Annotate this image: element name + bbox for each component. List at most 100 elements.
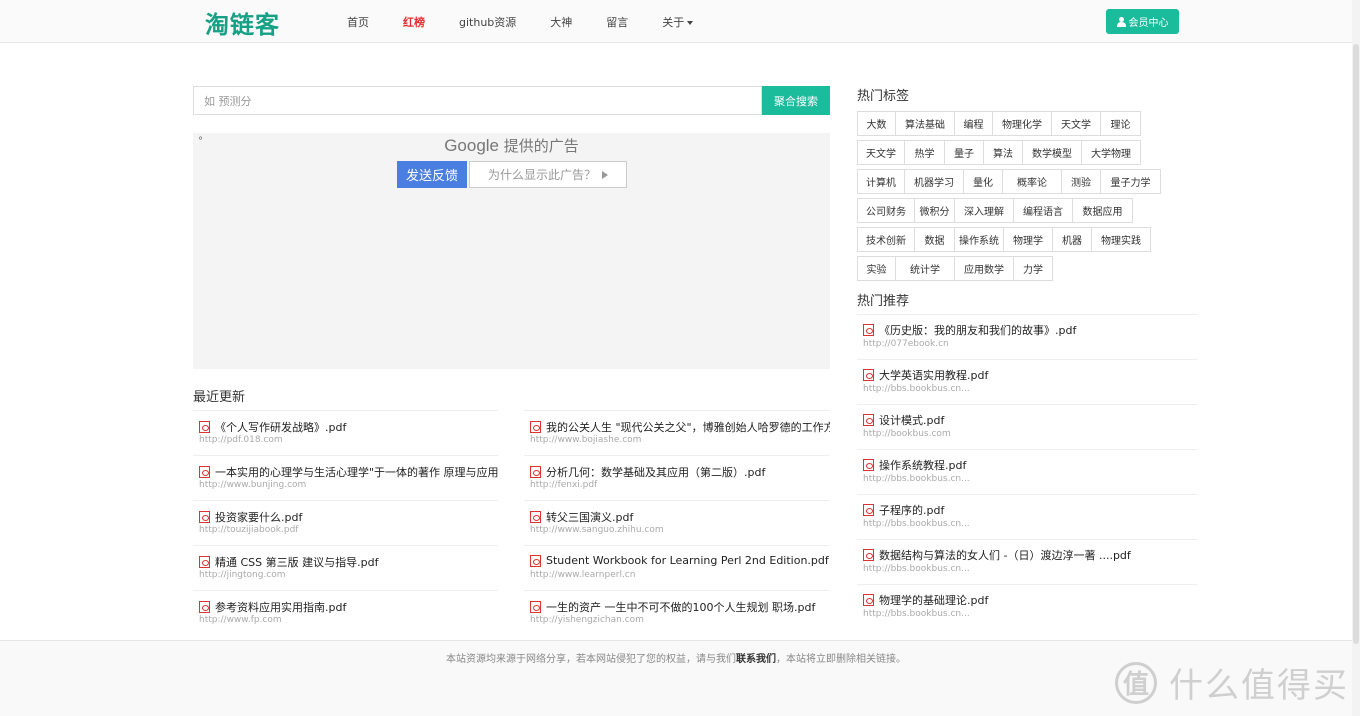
item-url: http://touzijiabook.pdf	[199, 525, 299, 535]
play-icon	[602, 170, 608, 179]
list-item[interactable]: 一本实用的心理学与生活心理学"于一体的著作 原理与应用 http://www.b…	[193, 455, 499, 500]
watermark-text: 什么值得买	[1169, 666, 1349, 706]
search-button[interactable]: 聚合搜索	[762, 86, 830, 115]
scrollbar-thumb[interactable]	[1353, 44, 1359, 644]
list-item[interactable]: 《个人写作研发战略》.pdf http://pdf.018.com	[193, 410, 498, 455]
nav-item-about-label: 关于	[662, 15, 685, 29]
list-item[interactable]: 转父三国演义.pdf http://www.sanguo.zhihu.com	[524, 500, 829, 545]
item-url: http://bbs.bookbus.cn...	[863, 609, 970, 619]
member-center-button[interactable]: 会员中心	[1106, 9, 1179, 34]
item-url: http://077ebook.cn	[863, 339, 949, 349]
tag-item[interactable]: 大数	[857, 111, 896, 136]
tag-item[interactable]: 算法	[983, 140, 1023, 165]
list-item[interactable]: 一生的资产 一生中不可不做的100个人生规划 职场.pdf http://yis…	[524, 590, 829, 635]
item-title: 分析几何：数学基础及其应用（第二版）.pdf	[546, 466, 766, 479]
tag-item[interactable]: 计算机	[857, 169, 905, 194]
list-item[interactable]: 精通 CSS 第三版 建议与指导.pdf http://jingtong.com	[193, 545, 498, 590]
item-title: 一生的资产 一生中不可不做的100个人生规划 职场.pdf	[546, 601, 816, 614]
tag-item[interactable]: 测验	[1061, 169, 1101, 194]
item-title: 大学英语实用教程.pdf	[879, 369, 989, 382]
tag-item[interactable]: 操作系统	[954, 227, 1004, 252]
tag-item[interactable]: 技术创新	[857, 227, 915, 252]
tag-item[interactable]: 物理学	[1003, 227, 1053, 252]
tag-item[interactable]: 物理实践	[1091, 227, 1151, 252]
tag-item[interactable]: 应用数学	[954, 256, 1014, 281]
tag-item[interactable]: 编程语言	[1013, 198, 1073, 223]
ad-why-button[interactable]: 为什么显示此广告？	[469, 161, 627, 188]
ad-feedback-button[interactable]: 发送反馈	[397, 161, 467, 188]
list-item[interactable]: 《历史版：我的朋友和我们的故事》.pdf http://077ebook.cn	[857, 314, 1197, 359]
pdf-icon	[863, 594, 874, 606]
item-url: http://bbs.bookbus.cn...	[863, 519, 970, 529]
list-item[interactable]: 参考资料应用实用指南.pdf http://www.fp.com	[193, 590, 498, 635]
tag-item[interactable]: 理论	[1100, 111, 1141, 136]
list-item[interactable]: 数据结构与算法的女人们 -（日）渡边淳一著 ....pdf http://bbs…	[857, 539, 1197, 584]
list-item[interactable]: 分析几何：数学基础及其应用（第二版）.pdf http://fenxi.pdf	[524, 455, 829, 500]
list-item[interactable]: 物理学的基础理论.pdf http://bbs.bookbus.cn...	[857, 584, 1197, 629]
tag-item[interactable]: 天文学	[1051, 111, 1101, 136]
item-title: 《个人写作研发战略》.pdf	[215, 421, 347, 434]
pdf-icon	[199, 421, 210, 433]
nav-item-about[interactable]: 关于	[662, 14, 694, 30]
tag-item[interactable]: 微积分	[914, 198, 955, 223]
list-item[interactable]: 子程序的.pdf http://bbs.bookbus.cn...	[857, 494, 1197, 539]
tag-item[interactable]: 热学	[904, 140, 945, 165]
tag-item[interactable]: 实验	[857, 256, 896, 281]
tag-item[interactable]: 公司财务	[857, 198, 915, 223]
pdf-icon	[199, 601, 210, 613]
tag-item[interactable]: 机器	[1052, 227, 1092, 252]
tag-item[interactable]: 量化	[963, 169, 1003, 194]
list-item[interactable]: Student Workbook for Learning Perl 2nd E…	[524, 545, 829, 590]
pdf-icon	[863, 549, 874, 561]
tag-item[interactable]: 编程	[954, 111, 993, 136]
pdf-icon	[530, 554, 541, 567]
tag-item[interactable]: 概率论	[1002, 169, 1062, 194]
tag-item[interactable]: 力学	[1013, 256, 1053, 281]
tag-item[interactable]: 数据	[914, 227, 955, 252]
item-title: 《历史版：我的朋友和我们的故事》.pdf	[879, 324, 1077, 337]
tag-item[interactable]: 统计学	[895, 256, 955, 281]
tag-item[interactable]: 量子力学	[1100, 169, 1161, 194]
pdf-icon	[863, 504, 874, 516]
ad-provided: 提供的广告	[503, 137, 579, 155]
list-item[interactable]: 大学英语实用教程.pdf http://bbs.bookbus.cn...	[857, 359, 1197, 404]
pdf-icon	[530, 511, 541, 523]
search-input[interactable]: 如 预测分	[193, 86, 762, 115]
item-url: http://bbs.bookbus.cn...	[863, 474, 970, 484]
tag-item[interactable]: 物理化学	[992, 111, 1052, 136]
user-icon	[1116, 16, 1126, 27]
tag-item[interactable]: 机器学习	[904, 169, 964, 194]
list-item[interactable]: 操作系统教程.pdf http://bbs.bookbus.cn...	[857, 449, 1197, 494]
pdf-icon	[530, 421, 541, 433]
pdf-icon	[530, 466, 541, 478]
item-url: http://yishengzichan.com	[530, 615, 644, 625]
tag-item[interactable]: 大学物理	[1081, 140, 1141, 165]
item-url: http://pdf.018.com	[199, 435, 283, 445]
pdf-icon	[863, 459, 874, 471]
item-url: http://jingtong.com	[199, 570, 286, 580]
navbar: 淘链客 首页 红榜 github资源 大神 留言 关于 会员中心	[0, 0, 1360, 43]
nav-item-home[interactable]: 首页	[347, 14, 369, 30]
nav-item-github[interactable]: github资源	[459, 14, 516, 30]
nav-item-messages[interactable]: 留言	[606, 14, 628, 30]
item-title: 物理学的基础理论.pdf	[879, 594, 989, 607]
item-title: 设计模式.pdf	[879, 414, 945, 427]
tag-item[interactable]: 数学模型	[1022, 140, 1082, 165]
tag-item[interactable]: 数据应用	[1072, 198, 1133, 223]
tag-item[interactable]: 天文学	[857, 140, 905, 165]
contact-link[interactable]: 联系我们	[736, 654, 776, 665]
pdf-icon	[199, 511, 210, 523]
item-url: http://www.sanguo.zhihu.com	[530, 525, 664, 535]
ad-why-label: 为什么显示此广告？	[487, 168, 596, 182]
tag-item[interactable]: 量子	[944, 140, 984, 165]
site-logo[interactable]: 淘链客	[205, 5, 280, 40]
list-item[interactable]: 我的公关人生 "现代公关之父"，博雅创始人哈罗德的工作方法 http://www…	[524, 410, 830, 455]
tag-item[interactable]: 深入理解	[954, 198, 1014, 223]
item-url: http://www.learnperl.cn	[530, 570, 636, 580]
tag-item[interactable]: 算法基础	[895, 111, 955, 136]
list-item[interactable]: 投资家要什么.pdf http://touzijiabook.pdf	[193, 500, 498, 545]
item-url: http://www.bunjing.com	[199, 480, 307, 490]
list-item[interactable]: 设计模式.pdf http://bookbus.com	[857, 404, 1197, 449]
nav-item-experts[interactable]: 大神	[550, 14, 572, 30]
nav-item-hot[interactable]: 红榜	[403, 14, 425, 30]
